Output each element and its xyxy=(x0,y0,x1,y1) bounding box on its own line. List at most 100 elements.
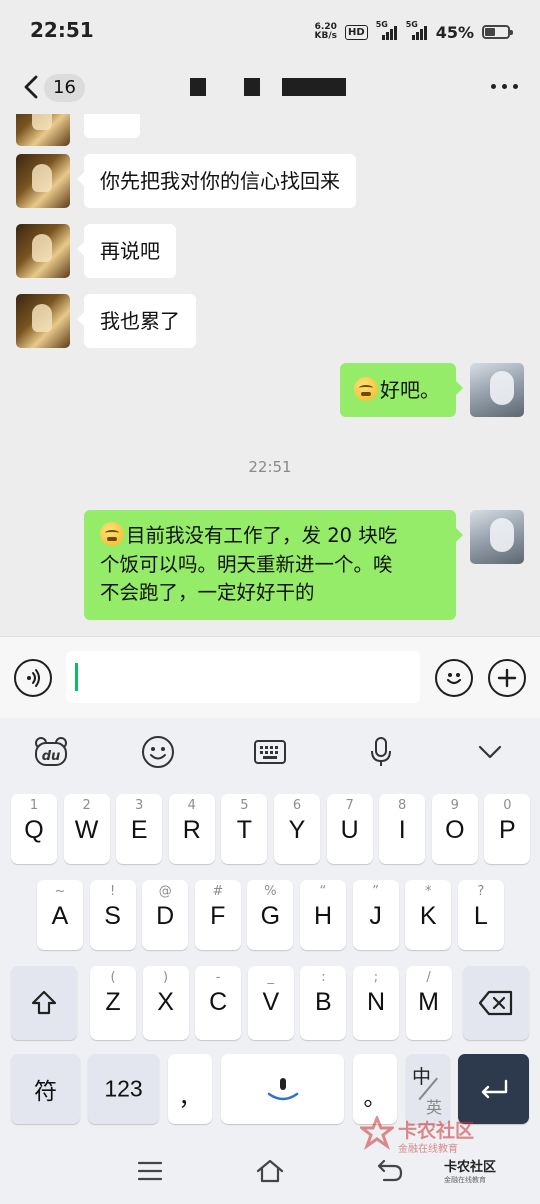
message-input[interactable] xyxy=(66,651,420,703)
enter-key[interactable] xyxy=(458,1054,529,1124)
key-label: S xyxy=(104,902,121,930)
smile-icon[interactable] xyxy=(435,659,473,697)
key-f[interactable]: # F xyxy=(194,880,241,950)
key-hint: ” xyxy=(372,884,379,899)
key-c[interactable]: -C xyxy=(195,966,242,1040)
signal-icon-sim1: 5G xyxy=(376,20,398,40)
key-hint: @ xyxy=(158,884,172,899)
key-hint: 4 xyxy=(187,798,196,813)
key-hint: / xyxy=(426,970,431,985)
key-z[interactable]: (Z xyxy=(90,966,136,1040)
key-label: T xyxy=(236,816,253,844)
key-o[interactable]: 9O xyxy=(431,794,478,864)
battery-fill xyxy=(485,28,495,36)
key-hint: 7 xyxy=(345,798,354,813)
key-label: X xyxy=(157,988,174,1016)
key-u[interactable]: 7U xyxy=(326,794,373,864)
microphone-icon[interactable] xyxy=(366,734,396,770)
du-bear-icon[interactable]: du xyxy=(32,734,70,770)
key-hint: % xyxy=(264,884,277,899)
key-label: D xyxy=(156,902,175,930)
comma-key[interactable]: ， xyxy=(168,1054,212,1124)
symbols-key-label: 符 xyxy=(34,1078,57,1104)
menu-icon[interactable] xyxy=(137,1160,163,1182)
message-bubble-sent[interactable]: 好吧。 xyxy=(340,363,463,417)
numbers-key[interactable]: 123 xyxy=(88,1054,159,1124)
key-y[interactable]: 6Y xyxy=(274,794,320,864)
message-bubble[interactable]: 我也累了 xyxy=(77,294,196,348)
emoji-face-icon[interactable] xyxy=(140,734,176,770)
message-list[interactable]: 你先把我对你的信心找回来 再说吧 我也累了 好吧。 22:51 目前我没有工作了… xyxy=(0,114,540,636)
enter-icon xyxy=(481,1079,507,1099)
my-avatar[interactable] xyxy=(470,510,524,564)
my-avatar[interactable] xyxy=(470,363,524,417)
key-a[interactable]: ~ A xyxy=(37,880,83,950)
watermark-logo: 卡农社区 金融在线教育 xyxy=(357,1113,490,1156)
key-hint: 2 xyxy=(82,798,91,813)
message-bubble[interactable]: 再说吧 xyxy=(77,224,176,278)
key-h[interactable]: “H xyxy=(300,880,346,950)
message-bubble-partial[interactable] xyxy=(84,114,140,138)
key-v[interactable]: _ V xyxy=(247,966,294,1040)
period-key-label: 。 xyxy=(363,1083,387,1110)
key-m[interactable]: / M xyxy=(405,966,452,1040)
shift-key[interactable] xyxy=(11,966,77,1040)
key-hint: ? xyxy=(477,884,485,899)
key-hint: 6 xyxy=(292,798,302,813)
key-hint: 3 xyxy=(135,798,144,813)
key-p[interactable]: 0P xyxy=(484,794,531,864)
key-b[interactable]: :B xyxy=(300,966,347,1040)
voice-icon[interactable] xyxy=(14,659,52,697)
pensive-face-icon xyxy=(354,377,378,401)
key-hint: 0 xyxy=(503,798,512,813)
key-d[interactable]: @ D xyxy=(142,880,189,950)
contact-avatar[interactable] xyxy=(16,114,70,146)
key-hint: ( xyxy=(110,970,116,985)
key-label: J xyxy=(369,902,382,930)
key-k[interactable]: * K xyxy=(405,880,452,950)
key-t[interactable]: 5T xyxy=(221,794,268,864)
period-key[interactable]: 。 xyxy=(353,1054,397,1124)
message-bubble-sent[interactable]: 目前我没有工作了，发 20 块吃 个饭可以吗。明天重新进一个。唉 不会跑了，一定… xyxy=(84,510,463,620)
key-hint: 9 xyxy=(450,798,459,813)
symbols-key[interactable]: 符 xyxy=(11,1054,80,1124)
key-label: L xyxy=(473,902,488,930)
ellipsis-icon[interactable] xyxy=(491,84,518,89)
key-i[interactable]: 8I xyxy=(379,794,426,864)
chevron-down-icon[interactable] xyxy=(476,734,504,770)
network-speed-unit: KB/s xyxy=(314,31,338,41)
key-e[interactable]: 3E xyxy=(116,794,163,864)
contact-avatar[interactable] xyxy=(16,224,70,278)
key-j[interactable]: ” J xyxy=(352,880,399,950)
watermark-logo-small: 卡农社区 金融在线教育 xyxy=(444,1156,496,1185)
key-label: O xyxy=(445,816,465,844)
message-timestamp: 22:51 xyxy=(248,458,292,476)
space-key[interactable] xyxy=(221,1054,344,1124)
key-g[interactable]: % G xyxy=(247,880,294,950)
key-label: F xyxy=(210,902,226,930)
pensive-face-icon xyxy=(100,522,124,546)
key-w[interactable]: 2W xyxy=(63,794,110,864)
home-icon[interactable] xyxy=(255,1158,285,1184)
key-x[interactable]: ) X xyxy=(142,966,189,1040)
unread-count-badge[interactable]: 16 xyxy=(44,74,85,102)
watermark-subtitle: 金融在线教育 xyxy=(398,1144,458,1155)
status-indicators: 6.20 KB/s HD 5G 5G 45% xyxy=(314,20,513,44)
language-switch-key[interactable]: 中 英 xyxy=(406,1054,450,1124)
contact-avatar[interactable] xyxy=(16,294,70,348)
key-n[interactable]: ; N xyxy=(353,966,399,1040)
key-r[interactable]: 4R xyxy=(168,794,215,864)
plus-icon[interactable] xyxy=(488,659,526,697)
signal-icon-sim2: 5G xyxy=(406,20,428,40)
key-s[interactable]: ! S xyxy=(89,880,136,950)
svg-text:du: du xyxy=(42,749,61,764)
key-l[interactable]: ? L xyxy=(457,880,504,950)
message-bubble[interactable]: 你先把我对你的信心找回来 xyxy=(77,154,356,208)
comma-key-label: ， xyxy=(178,1083,202,1110)
key-label: U xyxy=(340,816,359,844)
back-nav-icon[interactable] xyxy=(376,1158,404,1184)
backspace-key[interactable] xyxy=(463,966,529,1040)
contact-avatar[interactable] xyxy=(16,154,70,208)
key-q[interactable]: 1Q xyxy=(11,794,57,864)
keyboard-icon[interactable] xyxy=(252,734,288,770)
